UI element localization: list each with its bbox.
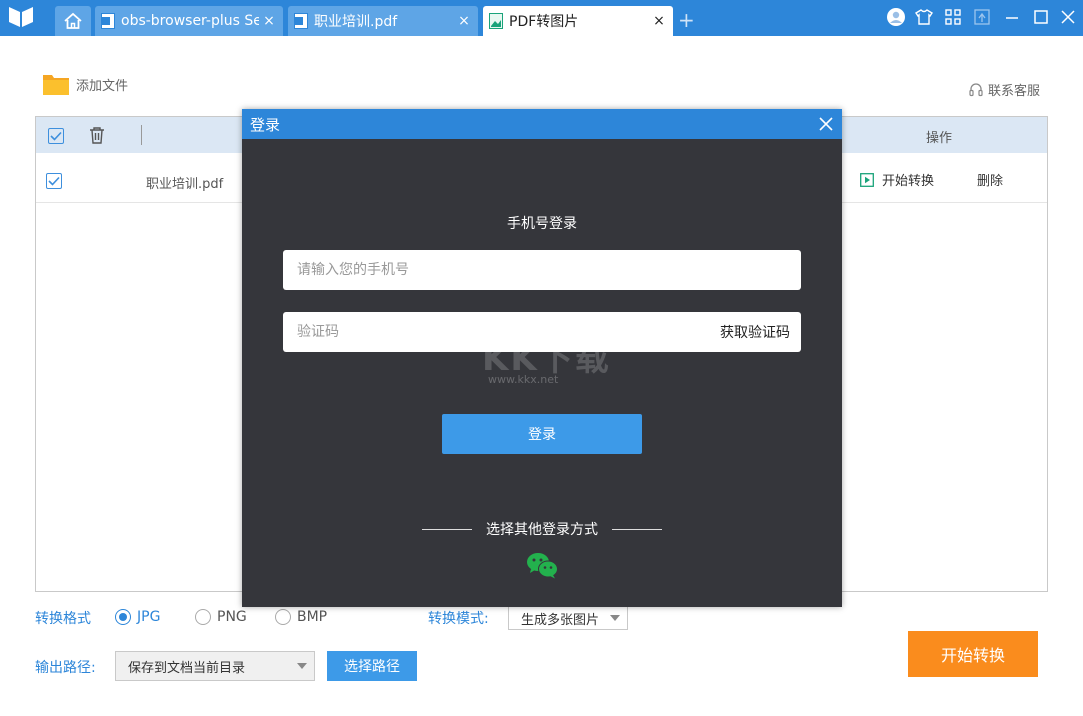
mode-label: 转换模式: — [428, 608, 489, 628]
get-code-button[interactable]: 获取验证码 — [720, 322, 790, 342]
close-icon[interactable] — [816, 114, 836, 134]
select-all-checkbox[interactable] — [48, 128, 64, 144]
other-login-label: 选择其他登录方式 — [486, 519, 598, 539]
folder-icon — [42, 72, 70, 96]
mode-select[interactable]: 生成多张图片 — [508, 606, 628, 630]
pin-top-icon[interactable] — [970, 6, 994, 28]
radio-dot — [275, 609, 291, 625]
operation-column-header: 操作 — [926, 127, 952, 146]
start-convert-label: 开始转换 — [882, 170, 934, 189]
other-login-methods: 选择其他登录方式 — [242, 519, 842, 539]
home-icon — [63, 12, 83, 30]
format-radio-bmp[interactable]: BMP — [275, 609, 327, 625]
apps-grid-icon[interactable] — [941, 6, 965, 28]
wechat-icon[interactable] — [526, 551, 558, 579]
app-logo-icon — [8, 5, 34, 29]
output-label: 输出路径: — [35, 657, 96, 677]
check-icon — [50, 131, 62, 141]
close-window-icon[interactable] — [1056, 6, 1080, 28]
add-file-button[interactable]: 添加文件 — [42, 72, 128, 96]
radio-label: BMP — [297, 609, 327, 625]
login-button[interactable]: 登录 — [442, 414, 642, 454]
phone-login-title: 手机号登录 — [242, 213, 842, 233]
login-dialog: 登录 手机号登录 获取验证码 KK下载 www.kkx.net 登录 选择其他登… — [242, 109, 842, 607]
new-tab-button[interactable]: + — [678, 8, 695, 32]
trash-icon[interactable] — [88, 126, 106, 144]
contact-support-link[interactable]: 联系客服 — [968, 80, 1040, 99]
radio-dot — [195, 609, 211, 625]
word-doc-icon — [101, 13, 115, 29]
watermark-url: www.kkx.net — [488, 373, 558, 386]
delete-link[interactable]: 删除 — [977, 170, 1003, 189]
title-bar: obs-browser-plus Se × 职业培训.pdf × PDF转图片 … — [0, 0, 1083, 36]
start-convert-button[interactable]: 开始转换 — [908, 631, 1038, 677]
image-doc-icon — [489, 13, 503, 29]
tab-title: PDF转图片 — [509, 11, 649, 31]
radio-dot — [115, 609, 131, 625]
tab-close-button[interactable]: × — [649, 13, 669, 29]
radio-label: JPG — [137, 609, 160, 625]
chevron-down-icon — [297, 663, 307, 669]
chevron-down-icon — [610, 615, 620, 621]
user-avatar-icon[interactable] — [884, 6, 908, 28]
format-radio-png[interactable]: PNG — [195, 609, 247, 625]
maximize-icon[interactable] — [1029, 6, 1053, 28]
pdf-doc-icon — [294, 13, 308, 29]
add-file-label: 添加文件 — [76, 75, 128, 94]
divider — [141, 125, 142, 145]
start-convert-link[interactable]: 开始转换 — [860, 170, 934, 189]
tab-pdf-to-image[interactable]: PDF转图片 × — [483, 6, 673, 36]
output-path-value: 保存到文档当前目录 — [128, 657, 245, 676]
headset-icon — [968, 82, 984, 98]
mode-value: 生成多张图片 — [521, 609, 599, 628]
support-label: 联系客服 — [988, 80, 1040, 99]
tab-close-button[interactable]: × — [454, 13, 474, 29]
row-checkbox[interactable] — [46, 173, 62, 189]
dialog-title: 登录 — [250, 114, 280, 135]
tab-obs-browser[interactable]: obs-browser-plus Se × — [95, 6, 283, 36]
file-name: 职业培训.pdf — [146, 173, 223, 192]
tab-title: 职业培训.pdf — [314, 11, 454, 31]
format-label: 转换格式 — [35, 608, 91, 628]
minimize-icon[interactable] — [1000, 6, 1024, 28]
divider — [422, 529, 472, 530]
divider — [612, 529, 662, 530]
tab-title: obs-browser-plus Se — [121, 13, 259, 29]
radio-label: PNG — [217, 609, 247, 625]
format-radio-jpg[interactable]: JPG — [115, 609, 160, 625]
dialog-header: 登录 — [242, 109, 842, 139]
tab-close-button[interactable]: × — [259, 13, 279, 29]
play-icon — [860, 173, 874, 187]
tab-pdf-file[interactable]: 职业培训.pdf × — [288, 6, 478, 36]
skin-icon[interactable] — [912, 6, 936, 28]
choose-path-button[interactable]: 选择路径 — [327, 651, 417, 681]
home-tab[interactable] — [55, 6, 91, 36]
output-path-select[interactable]: 保存到文档当前目录 — [115, 651, 315, 681]
phone-input[interactable] — [283, 250, 801, 290]
check-icon — [48, 176, 60, 186]
